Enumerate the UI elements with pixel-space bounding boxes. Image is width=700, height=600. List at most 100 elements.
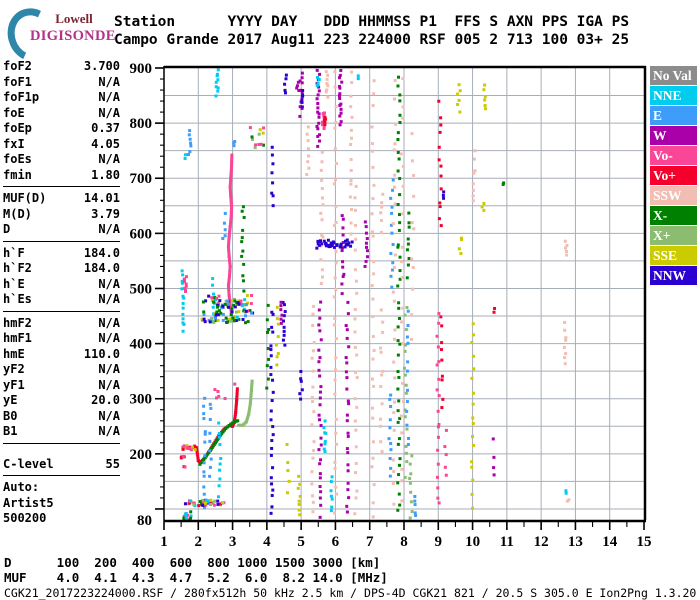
echo-dot	[318, 462, 322, 466]
echo-dot	[300, 71, 304, 75]
echo-dot	[563, 239, 567, 243]
echo-dot	[334, 162, 338, 166]
echo-dot	[274, 343, 278, 347]
echo-dot	[435, 334, 439, 338]
echo-dot	[202, 313, 206, 317]
echo-dot	[380, 373, 384, 377]
legend-item: No Val	[650, 66, 697, 85]
echo-dot	[312, 449, 316, 453]
echo-dot	[271, 433, 275, 437]
echo-dot	[209, 503, 213, 507]
echo-dot	[394, 122, 398, 126]
echo-dot	[365, 237, 369, 241]
echo-dot	[217, 484, 221, 488]
echo-dot	[320, 242, 324, 246]
echo-dot	[410, 132, 414, 136]
echo-dot	[249, 311, 253, 315]
echo-dot	[392, 411, 396, 415]
echo-dot	[190, 445, 194, 449]
echo-dot	[391, 481, 395, 485]
echo-dot	[245, 294, 249, 298]
x-axis-label: 8	[400, 534, 408, 550]
echo-dot	[286, 491, 290, 495]
echo-dot	[329, 480, 333, 484]
echo-dot	[407, 211, 411, 215]
echo-dot	[279, 321, 283, 325]
echo-dot	[406, 309, 410, 313]
echo-dot	[440, 374, 444, 378]
echo-dot	[379, 424, 383, 428]
echo-dot	[396, 150, 400, 154]
echo-dot	[372, 272, 376, 276]
echo-dot	[355, 489, 359, 493]
echo-dot	[269, 453, 273, 457]
echo-dot	[242, 289, 246, 293]
echo-dot	[398, 457, 402, 461]
echo-dot	[355, 376, 359, 380]
echo-dot	[344, 370, 348, 374]
echo-dot	[442, 190, 446, 194]
echo-dot	[283, 310, 287, 314]
echo-dot	[353, 397, 357, 401]
echo-dot	[470, 376, 474, 380]
echo-dot	[439, 174, 443, 178]
echo-dot	[311, 385, 315, 389]
echo-dot	[396, 508, 400, 512]
legend-item: E	[650, 106, 697, 125]
echo-dot	[325, 77, 329, 81]
echo-dot	[391, 222, 395, 226]
echo-dot	[181, 321, 185, 325]
echo-dot	[371, 416, 375, 420]
echo-dot	[315, 124, 319, 128]
echo-dot	[180, 269, 184, 273]
echo-dot	[323, 439, 327, 443]
echo-dot	[240, 254, 244, 258]
echo-dot	[379, 230, 383, 234]
echo-dot	[226, 320, 230, 324]
echo-dot	[317, 448, 321, 452]
echo-dot	[334, 431, 338, 435]
echo-dot	[213, 499, 217, 503]
echo-dot	[405, 423, 409, 427]
echo-dot	[317, 139, 321, 143]
echo-dot	[380, 201, 384, 205]
echo-dot	[202, 492, 206, 496]
echo-dot	[279, 317, 283, 321]
echo-dot	[333, 224, 337, 228]
echo-dot	[318, 496, 322, 500]
echo-dot	[223, 397, 227, 401]
echo-dot	[392, 360, 396, 364]
ionogram-page: Lowell DIGISONDE Station YYYY DAY DDD HH…	[0, 0, 700, 600]
echo-dot	[441, 193, 445, 197]
echo-dot	[341, 233, 345, 237]
echo-dot	[219, 456, 223, 460]
echo-dot	[266, 377, 270, 381]
echo-dot	[439, 348, 443, 352]
echo-dot	[259, 142, 263, 146]
echo-dot	[444, 453, 448, 457]
echo-dot	[564, 352, 568, 356]
echo-dot	[214, 313, 218, 317]
echo-dot	[411, 287, 415, 291]
echo-dot	[310, 395, 314, 399]
echo-dot	[353, 512, 357, 516]
echo-dot	[470, 492, 474, 496]
echo-dot	[349, 232, 353, 236]
echo-dot	[396, 169, 400, 173]
echo-dot	[353, 330, 357, 334]
echo-dot	[271, 162, 275, 166]
echo-dot	[400, 381, 404, 385]
echo-dot	[406, 242, 410, 246]
echo-dot	[440, 358, 444, 362]
echo-dot	[317, 418, 321, 422]
echo-dot	[266, 347, 270, 351]
echo-dot	[271, 330, 275, 334]
echo-dot	[483, 83, 487, 87]
echo-dot	[315, 246, 319, 250]
echo-dot	[265, 318, 269, 322]
echo-dot	[404, 383, 408, 387]
echo-dot	[316, 240, 320, 244]
echo-dot	[265, 364, 269, 368]
echo-dot	[257, 132, 261, 136]
echo-dot	[218, 462, 222, 466]
